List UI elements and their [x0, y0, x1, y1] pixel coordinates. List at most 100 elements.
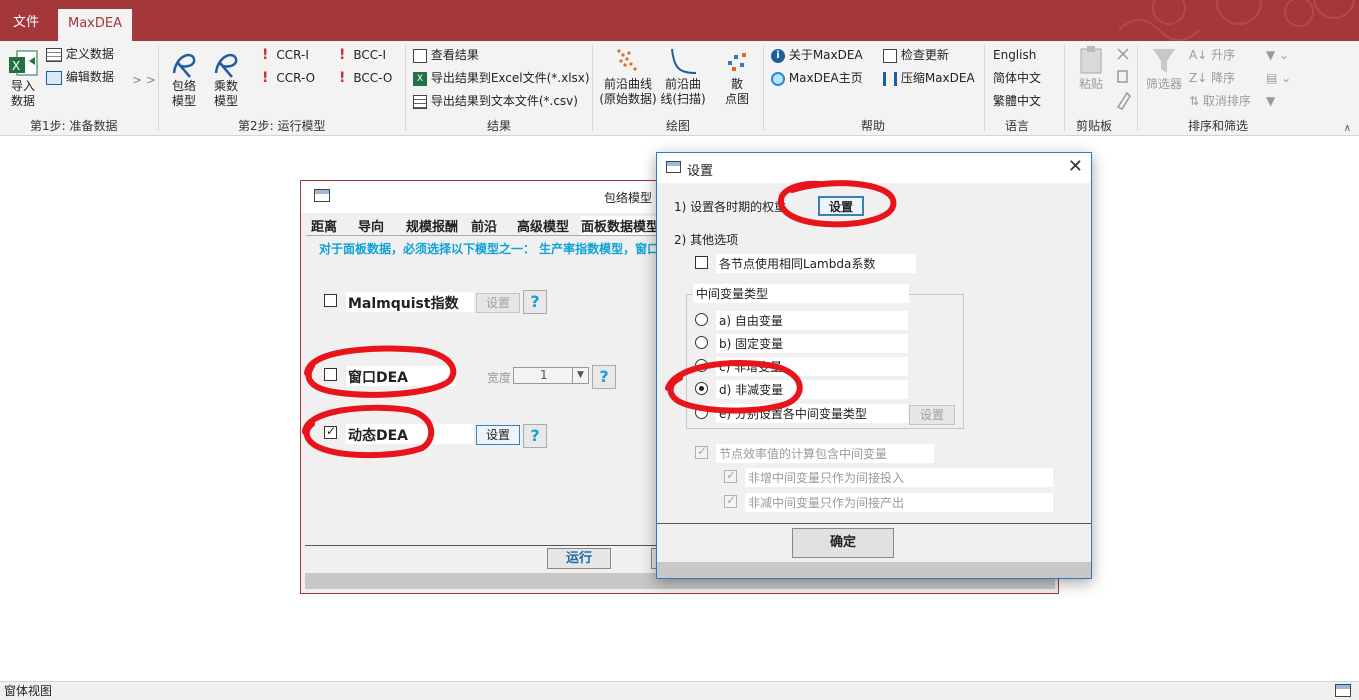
frontier-raw-label-2: (原始数据): [599, 92, 657, 106]
width-select[interactable]: 1 ▼: [513, 367, 589, 384]
advanced-filter-button[interactable]: ▼ ⌄: [1266, 48, 1289, 63]
per-variable-settings-button[interactable]: 设置: [909, 405, 955, 425]
define-data-button[interactable]: 定义数据: [46, 47, 114, 62]
cut-icon[interactable]: [1117, 48, 1129, 60]
group-separator: [763, 45, 764, 131]
window-dea-help-button[interactable]: ?: [592, 365, 616, 389]
frontier-raw-label-1: 前沿曲线: [603, 77, 652, 91]
import-data-button[interactable]: X 导入 数据: [6, 49, 40, 109]
homepage-button[interactable]: MaxDEA主页: [771, 71, 863, 86]
group-label-results: 结果: [487, 119, 512, 133]
nonincreasing-input-checkbox[interactable]: [724, 468, 737, 483]
clipboard-icon: [1080, 46, 1102, 74]
close-icon[interactable]: ✕: [1068, 156, 1083, 177]
exclamation-icon: !: [339, 70, 346, 86]
radio-per-variable-type[interactable]: [695, 406, 708, 419]
paste-button[interactable]: 粘贴: [1073, 45, 1109, 92]
multiplier-model-button[interactable]: 乘数 模型: [208, 49, 244, 109]
export-excel-label: 导出结果到Excel文件(*.xlsx): [430, 71, 590, 85]
frontier-scan-button[interactable]: 前沿曲 线(扫描): [660, 45, 706, 107]
group-separator: [592, 45, 593, 131]
form-view-icon[interactable]: [1335, 684, 1351, 697]
fixed-variable-label: b) 固定变量: [716, 334, 908, 353]
malmquist-checkbox[interactable]: [324, 294, 337, 307]
tab-distance[interactable]: 距离: [311, 216, 337, 235]
dynamic-dea-checkbox[interactable]: [324, 424, 337, 439]
malmquist-settings-button[interactable]: 设置: [476, 293, 520, 313]
edit-data-button[interactable]: 编辑数据: [46, 70, 114, 85]
ccr-i-label: CCR-I: [276, 48, 309, 62]
ccr-o-label: CCR-O: [276, 71, 316, 85]
frontier-raw-button[interactable]: 前沿曲线 (原始数据): [597, 45, 659, 107]
view-results-button[interactable]: 查看结果: [413, 48, 479, 63]
same-lambda-checkbox[interactable]: [695, 256, 708, 269]
tab-advanced-model[interactable]: 高级模型: [517, 216, 569, 235]
compress-button[interactable]: 压缩MaxDEA: [883, 71, 975, 86]
clear-sort-button[interactable]: ⇅ 取消排序: [1189, 94, 1251, 109]
dialog-titlebar: 设置 ✕: [657, 153, 1091, 183]
nondecreasing-output-checkbox[interactable]: [724, 493, 737, 508]
tab-returns-to-scale[interactable]: 规模报酬: [406, 216, 458, 235]
format-painter-icon[interactable]: [1116, 91, 1131, 110]
tab-file[interactable]: 文件: [4, 9, 48, 41]
check-update-button[interactable]: 检查更新: [883, 48, 949, 63]
lang-simplified-button[interactable]: 简体中文: [993, 71, 1041, 86]
sort-desc-label: 降序: [1211, 71, 1236, 85]
width-value: 1: [540, 368, 548, 382]
ok-button[interactable]: 确定: [792, 528, 894, 558]
dialog-form-icon: [666, 161, 681, 173]
other-options-label: 2) 其他选项: [674, 233, 739, 247]
more-button[interactable]: > >: [132, 73, 156, 88]
nondecreasing-variable-label: d) 非减变量: [716, 380, 908, 399]
group-label-prepare: 第1步: 准备数据: [30, 119, 118, 133]
excel-icon: X: [413, 71, 427, 86]
form-title: 包络模型: [604, 191, 653, 205]
collapse-ribbon-icon[interactable]: ∧: [1344, 123, 1351, 134]
ribbon: X 导入 数据 定义数据 编辑数据 > > 第1步: 准备数据 包络 模型 乘数…: [0, 41, 1359, 136]
tab-frontier[interactable]: 前沿: [471, 216, 497, 235]
tab-maxdea[interactable]: MaxDEA: [58, 9, 132, 41]
toggle-filter-icon: ▤ ⌄: [1266, 71, 1292, 85]
ccr-o-button[interactable]: ! CCR-O: [262, 71, 315, 86]
export-excel-button[interactable]: X 导出结果到Excel文件(*.xlsx): [413, 71, 590, 86]
text-file-icon: [413, 94, 427, 109]
run-button[interactable]: 运行: [547, 548, 611, 569]
bcc-o-button[interactable]: ! BCC-O: [339, 71, 392, 86]
filter-button[interactable]: 筛选器: [1144, 45, 1184, 92]
envelope-model-button[interactable]: 包络 模型: [166, 49, 202, 109]
filter-toggle-button[interactable]: ▤ ⌄: [1266, 71, 1291, 86]
sort-desc-icon: Z↓: [1189, 71, 1212, 85]
tab-orientation[interactable]: 导向: [358, 216, 384, 235]
group-separator: [1064, 45, 1065, 131]
ccr-i-button[interactable]: ! CCR-I: [262, 48, 309, 63]
sort-asc-label: 升序: [1211, 48, 1236, 62]
export-text-button[interactable]: 导出结果到文本文件(*.csv): [413, 94, 578, 109]
radio-fixed-variable[interactable]: [695, 336, 708, 349]
check-update-label: 检查更新: [900, 48, 949, 62]
about-button[interactable]: i 关于MaxDEA: [771, 48, 863, 63]
sort-desc-button[interactable]: Z↓ 降序: [1189, 71, 1235, 86]
radio-nonincreasing-variable[interactable]: [695, 359, 708, 372]
dialog-divider: [657, 523, 1091, 524]
copy-icon[interactable]: [1117, 70, 1128, 83]
malmquist-help-button[interactable]: ?: [523, 290, 547, 314]
excel-import-icon: X: [9, 50, 38, 76]
clear-filter-button[interactable]: ▼: [1266, 94, 1275, 109]
tab-panel-data-model[interactable]: 面板数据模型: [581, 216, 660, 235]
radio-free-variable[interactable]: [695, 313, 708, 326]
table-icon: [46, 47, 62, 62]
edit-data-label: 编辑数据: [65, 70, 114, 84]
settings-dialog: 设置 ✕ 1) 设置各时期的权重 设置 2) 其他选项 各节点使用相同Lambd…: [656, 152, 1092, 579]
radio-nondecreasing-variable[interactable]: [695, 382, 708, 395]
bcc-i-button[interactable]: ! BCC-I: [339, 48, 386, 63]
sort-asc-button[interactable]: A↓ 升序: [1189, 48, 1235, 63]
window-dea-checkbox[interactable]: [324, 368, 337, 381]
group-label-clipboard: 剪贴板: [1076, 119, 1113, 133]
period-weights-settings-button[interactable]: 设置: [818, 196, 864, 216]
dynamic-dea-settings-button[interactable]: 设置: [476, 425, 520, 445]
scatter-plot-button[interactable]: 散 点图: [719, 45, 755, 107]
node-efficiency-checkbox[interactable]: [695, 444, 708, 459]
lang-traditional-button[interactable]: 繁體中文: [993, 94, 1041, 109]
lang-english-button[interactable]: English: [993, 48, 1036, 63]
dynamic-dea-help-button[interactable]: ?: [523, 424, 547, 448]
